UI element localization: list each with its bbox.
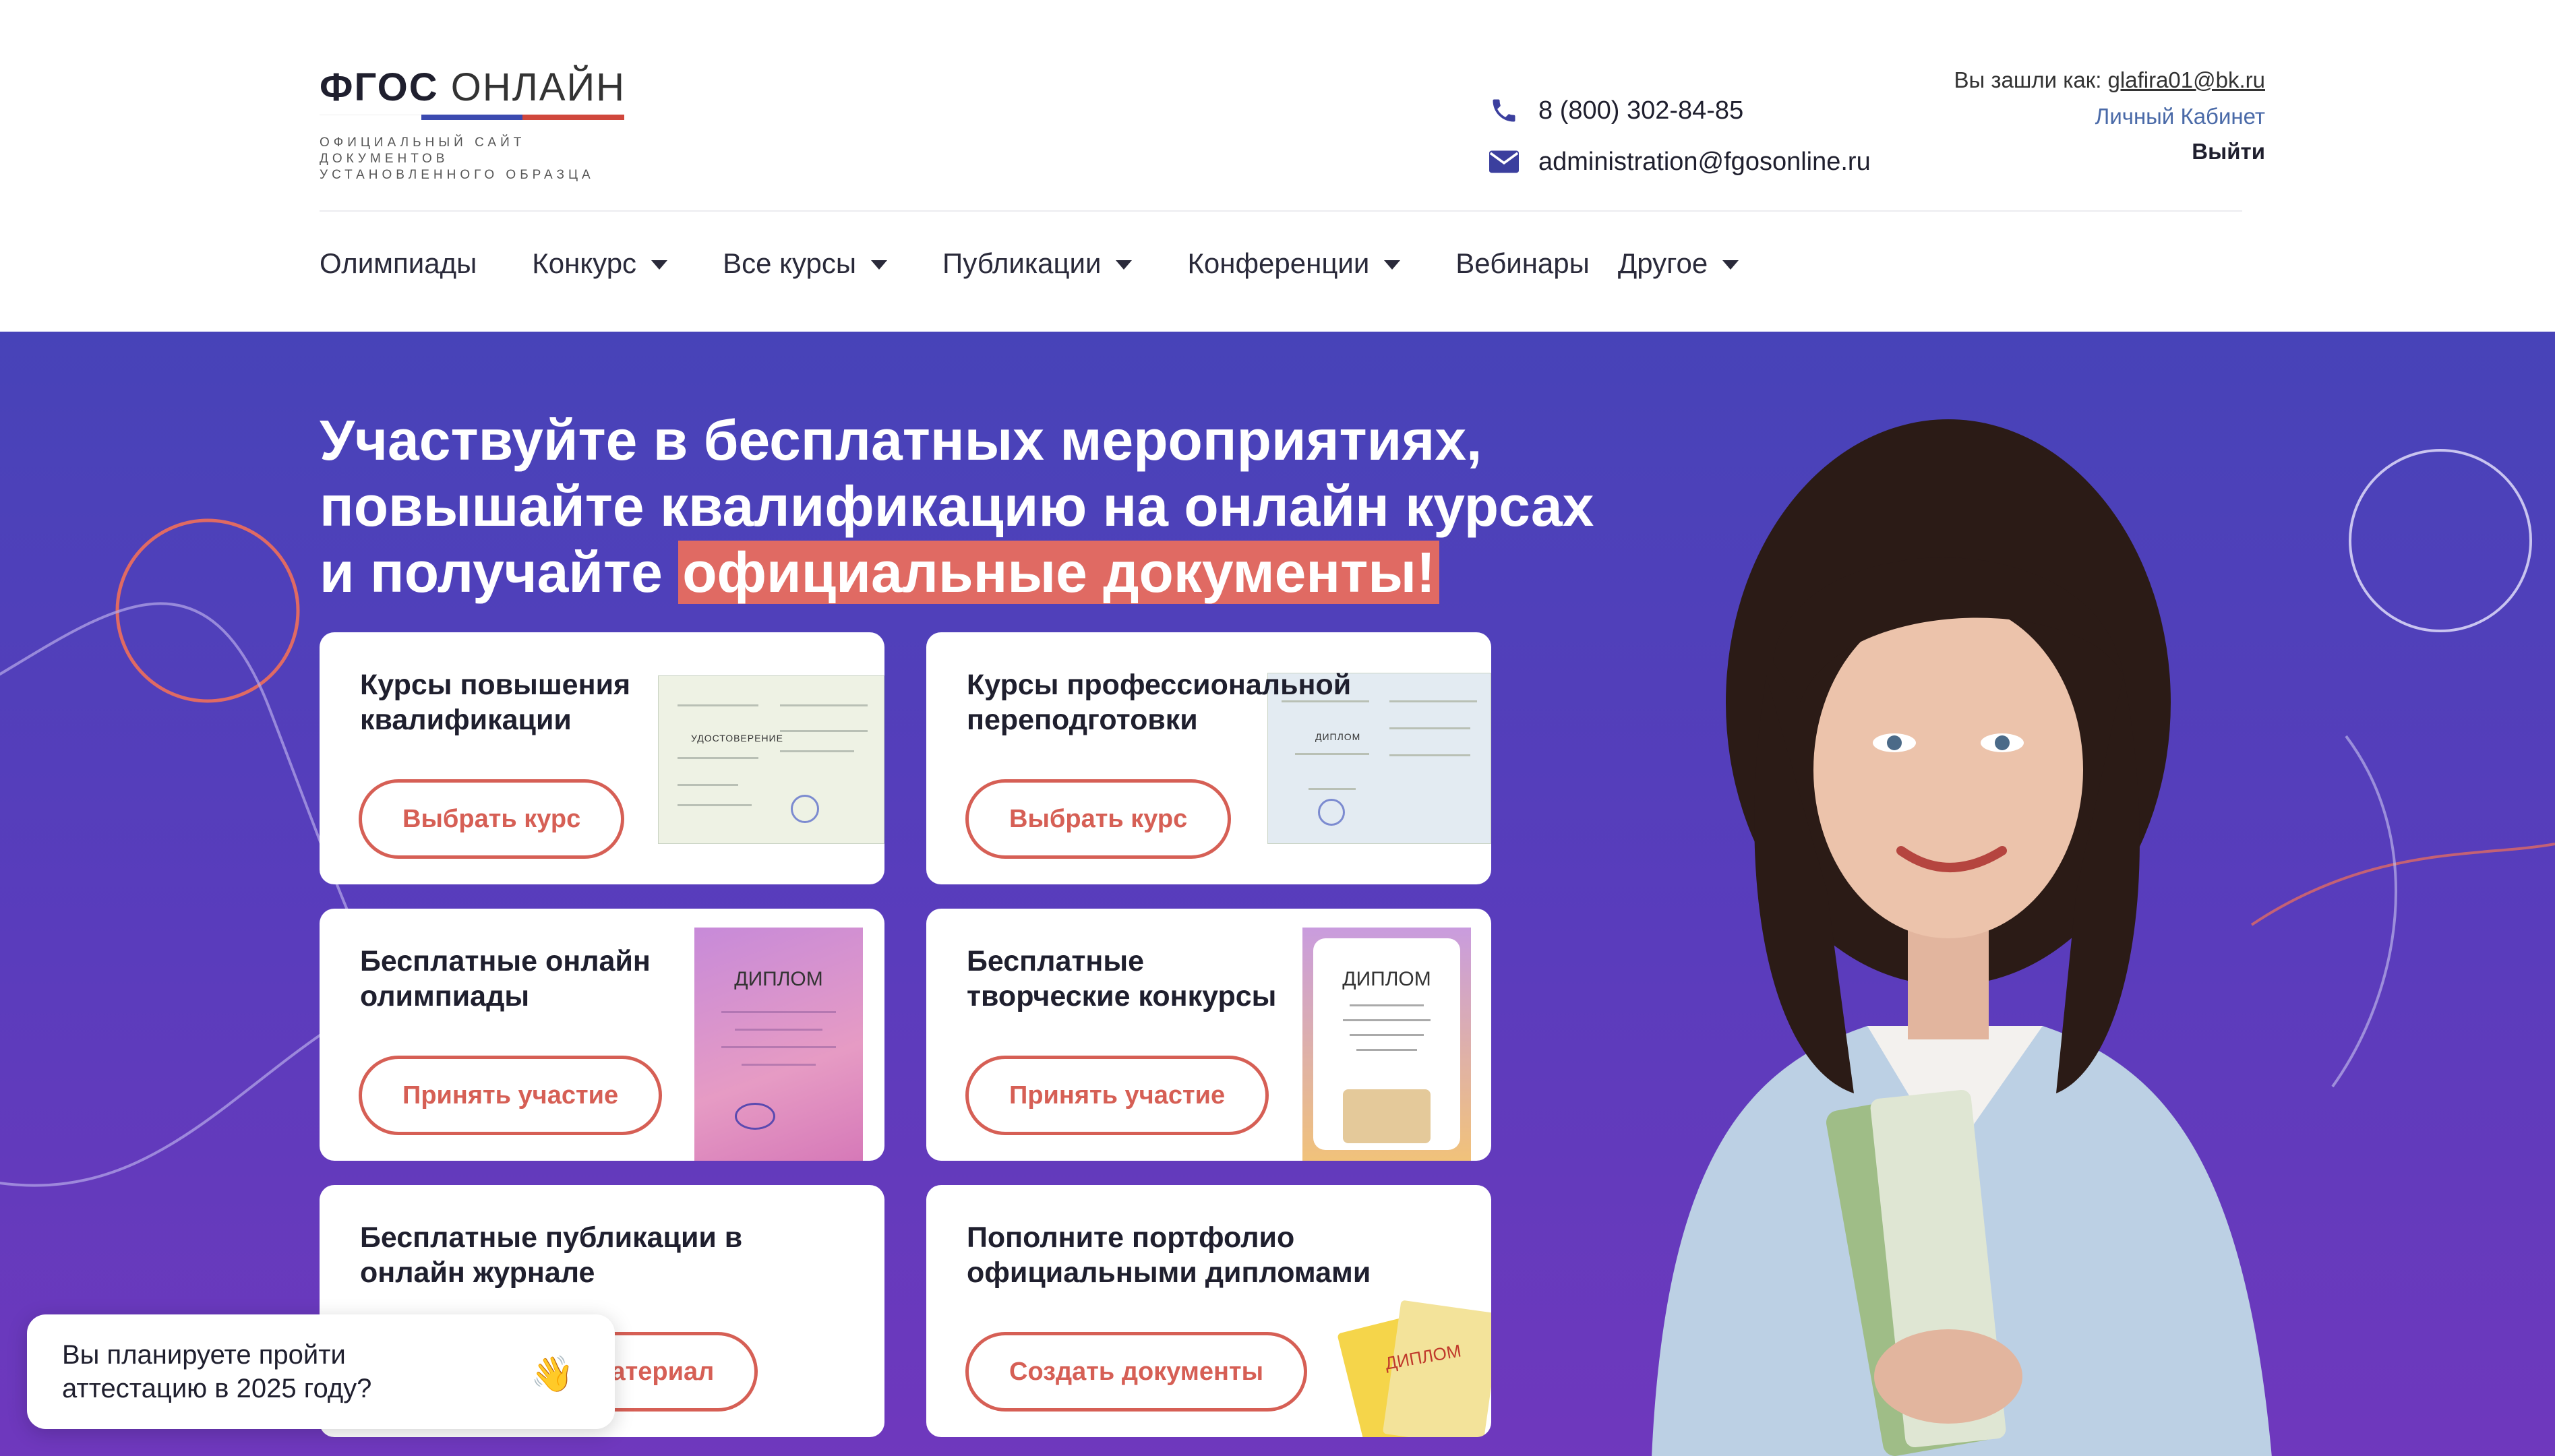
hero-headline: Участвуйте в бесплатных мероприятиях, по… [320, 408, 1594, 604]
waving-hand-icon: 👋 [531, 1355, 574, 1394]
card-retraining-courses[interactable]: Курсы профессиональной переподготовки Вы… [926, 632, 1491, 884]
headline-highlight: официальные документы! [678, 541, 1439, 604]
chevron-down-icon [651, 260, 668, 270]
nav-item-webinars[interactable]: Вебинары [1455, 247, 1590, 280]
logo-flag-stripe [320, 115, 625, 120]
nav-item-conferences[interactable]: Конференции [1187, 247, 1401, 280]
personal-cabinet-link[interactable]: Личный Кабинет [1793, 104, 2265, 129]
choose-course-button[interactable]: Выбрать курс [359, 779, 625, 859]
create-documents-button[interactable]: Создать документы [965, 1332, 1308, 1412]
portfolio-diplomas-image: ДИПЛОМ [1337, 1293, 1491, 1437]
card-title: Курсы профессиональной переподготовки [967, 669, 1352, 736]
card-title: Бесплатные творческие конкурсы [967, 945, 1277, 1012]
hero-photo-teacher [1652, 419, 2272, 1456]
chevron-down-icon [871, 260, 888, 270]
participate-button[interactable]: Принять участие [965, 1056, 1269, 1135]
site-header: ФГОС ОНЛАЙН официальный сайт документов … [0, 0, 2555, 332]
phone-number: 8 (800) 302-84-85 [1538, 96, 1744, 125]
chevron-down-icon [1384, 260, 1401, 270]
account-email-link[interactable]: glafira01@bk.ru [2108, 67, 2265, 92]
chat-message: Вы планируете пройти аттестацию в 2025 г… [62, 1340, 372, 1403]
nav-item-publications[interactable]: Публикации [942, 247, 1133, 280]
card-free-contests[interactable]: Бесплатные творческие конкурсы Принять у… [926, 909, 1491, 1161]
card-title: Пополните портфолио официальными диплома… [967, 1221, 1371, 1289]
diploma-image: ДИПЛОМ [694, 928, 863, 1161]
logged-in-as: Вы зашли как: glafira01@bk.ru [1954, 67, 2265, 92]
choose-course-button[interactable]: Выбрать курс [965, 779, 1232, 859]
header-divider [320, 210, 2242, 212]
logo-title: ФГОС ОНЛАЙН [320, 65, 626, 109]
site-logo[interactable]: ФГОС ОНЛАЙН официальный сайт документов … [320, 65, 630, 182]
nav-item-olympiads[interactable]: Олимпиады [320, 247, 477, 280]
card-qualification-courses[interactable]: Курсы повышения квалификации Выбрать кур… [320, 632, 884, 884]
phone-icon [1489, 95, 1520, 126]
chat-widget[interactable]: Вы планируете пройти аттестацию в 2025 г… [27, 1314, 615, 1429]
email-icon [1489, 146, 1520, 177]
nav-item-contest[interactable]: Конкурс [532, 247, 668, 280]
main-nav: Олимпиады Конкурс Все курсы Публикации К… [320, 240, 1794, 287]
participate-button[interactable]: Принять участие [359, 1056, 663, 1135]
card-title: Бесплатные онлайн олимпиады [360, 945, 651, 1012]
hero-section: Участвуйте в бесплатных мероприятиях, по… [0, 332, 2555, 1456]
card-title: Бесплатные публикации в онлайн журнале [360, 1221, 743, 1289]
chevron-down-icon [1116, 260, 1133, 270]
nav-item-all-courses[interactable]: Все курсы [723, 247, 888, 280]
account-block: Вы зашли как: glafira01@bk.ru Личный Каб… [1793, 67, 2265, 164]
chevron-down-icon [1722, 260, 1739, 270]
logo-subtitle: официальный сайт документов установленно… [320, 135, 595, 182]
card-free-olympiads[interactable]: Бесплатные онлайн олимпиады Принять учас… [320, 909, 884, 1161]
card-title: Курсы повышения квалификации [360, 669, 631, 736]
logout-link[interactable]: Выйти [1793, 139, 2265, 164]
card-portfolio[interactable]: Пополните портфолио официальными диплома… [926, 1185, 1491, 1437]
nav-item-other[interactable]: Другое [1618, 247, 1739, 280]
diploma-image: ДИПЛОМ [1302, 928, 1471, 1161]
